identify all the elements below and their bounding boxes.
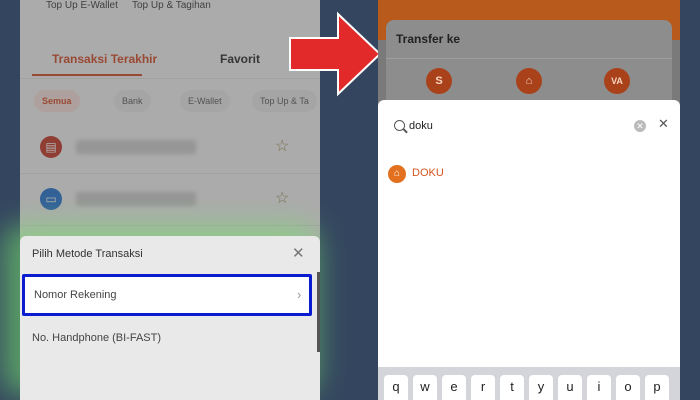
result-label: DOKU [412, 167, 444, 179]
key-q[interactable]: q [384, 375, 408, 400]
option-nomor-rekening[interactable]: Nomor Rekening › [22, 274, 312, 316]
key-t[interactable]: t [500, 375, 524, 400]
close-icon[interactable]: ✕ [658, 116, 669, 132]
key-y[interactable]: y [529, 375, 553, 400]
search-sheet: ✕ ✕ ⌂ DOKU [378, 100, 680, 400]
option-label: Nomor Rekening [34, 289, 117, 301]
background-strip [680, 0, 700, 400]
sheet-title: Pilih Metode Transaksi [32, 248, 143, 260]
search-result-item[interactable]: ⌂ DOKU [388, 162, 588, 186]
right-phone-screen: Transfer ke S ⌂ VA ✕ ✕ ⌂ DOKU q w e r t … [378, 0, 680, 400]
keyboard: q w e r t y u i o p [378, 367, 680, 400]
transaction-method-sheet: Pilih Metode Transaksi ✕ Nomor Rekening … [20, 236, 320, 400]
search-icon [394, 120, 405, 131]
bank-icon[interactable]: ⌂ [516, 68, 542, 94]
key-i[interactable]: i [587, 375, 611, 400]
key-e[interactable]: e [442, 375, 466, 400]
key-w[interactable]: w [413, 375, 437, 400]
key-u[interactable]: u [558, 375, 582, 400]
clear-icon[interactable]: ✕ [634, 120, 646, 132]
search-input[interactable] [409, 117, 619, 135]
scrollbar[interactable] [317, 272, 320, 352]
key-o[interactable]: o [616, 375, 640, 400]
chevron-right-icon: › [297, 287, 302, 302]
va-icon[interactable]: VA [604, 68, 630, 94]
option-no-handphone[interactable]: No. Handphone (BI-FAST) [32, 332, 161, 344]
bank-icon: ⌂ [388, 165, 406, 183]
key-r[interactable]: r [471, 375, 495, 400]
card-divider [386, 58, 672, 59]
transfer-card-title: Transfer ke [396, 32, 461, 46]
key-p[interactable]: p [645, 375, 669, 400]
red-arrow-icon [289, 11, 382, 97]
close-icon[interactable]: ✕ [292, 244, 305, 262]
coin-icon[interactable]: S [426, 68, 452, 94]
